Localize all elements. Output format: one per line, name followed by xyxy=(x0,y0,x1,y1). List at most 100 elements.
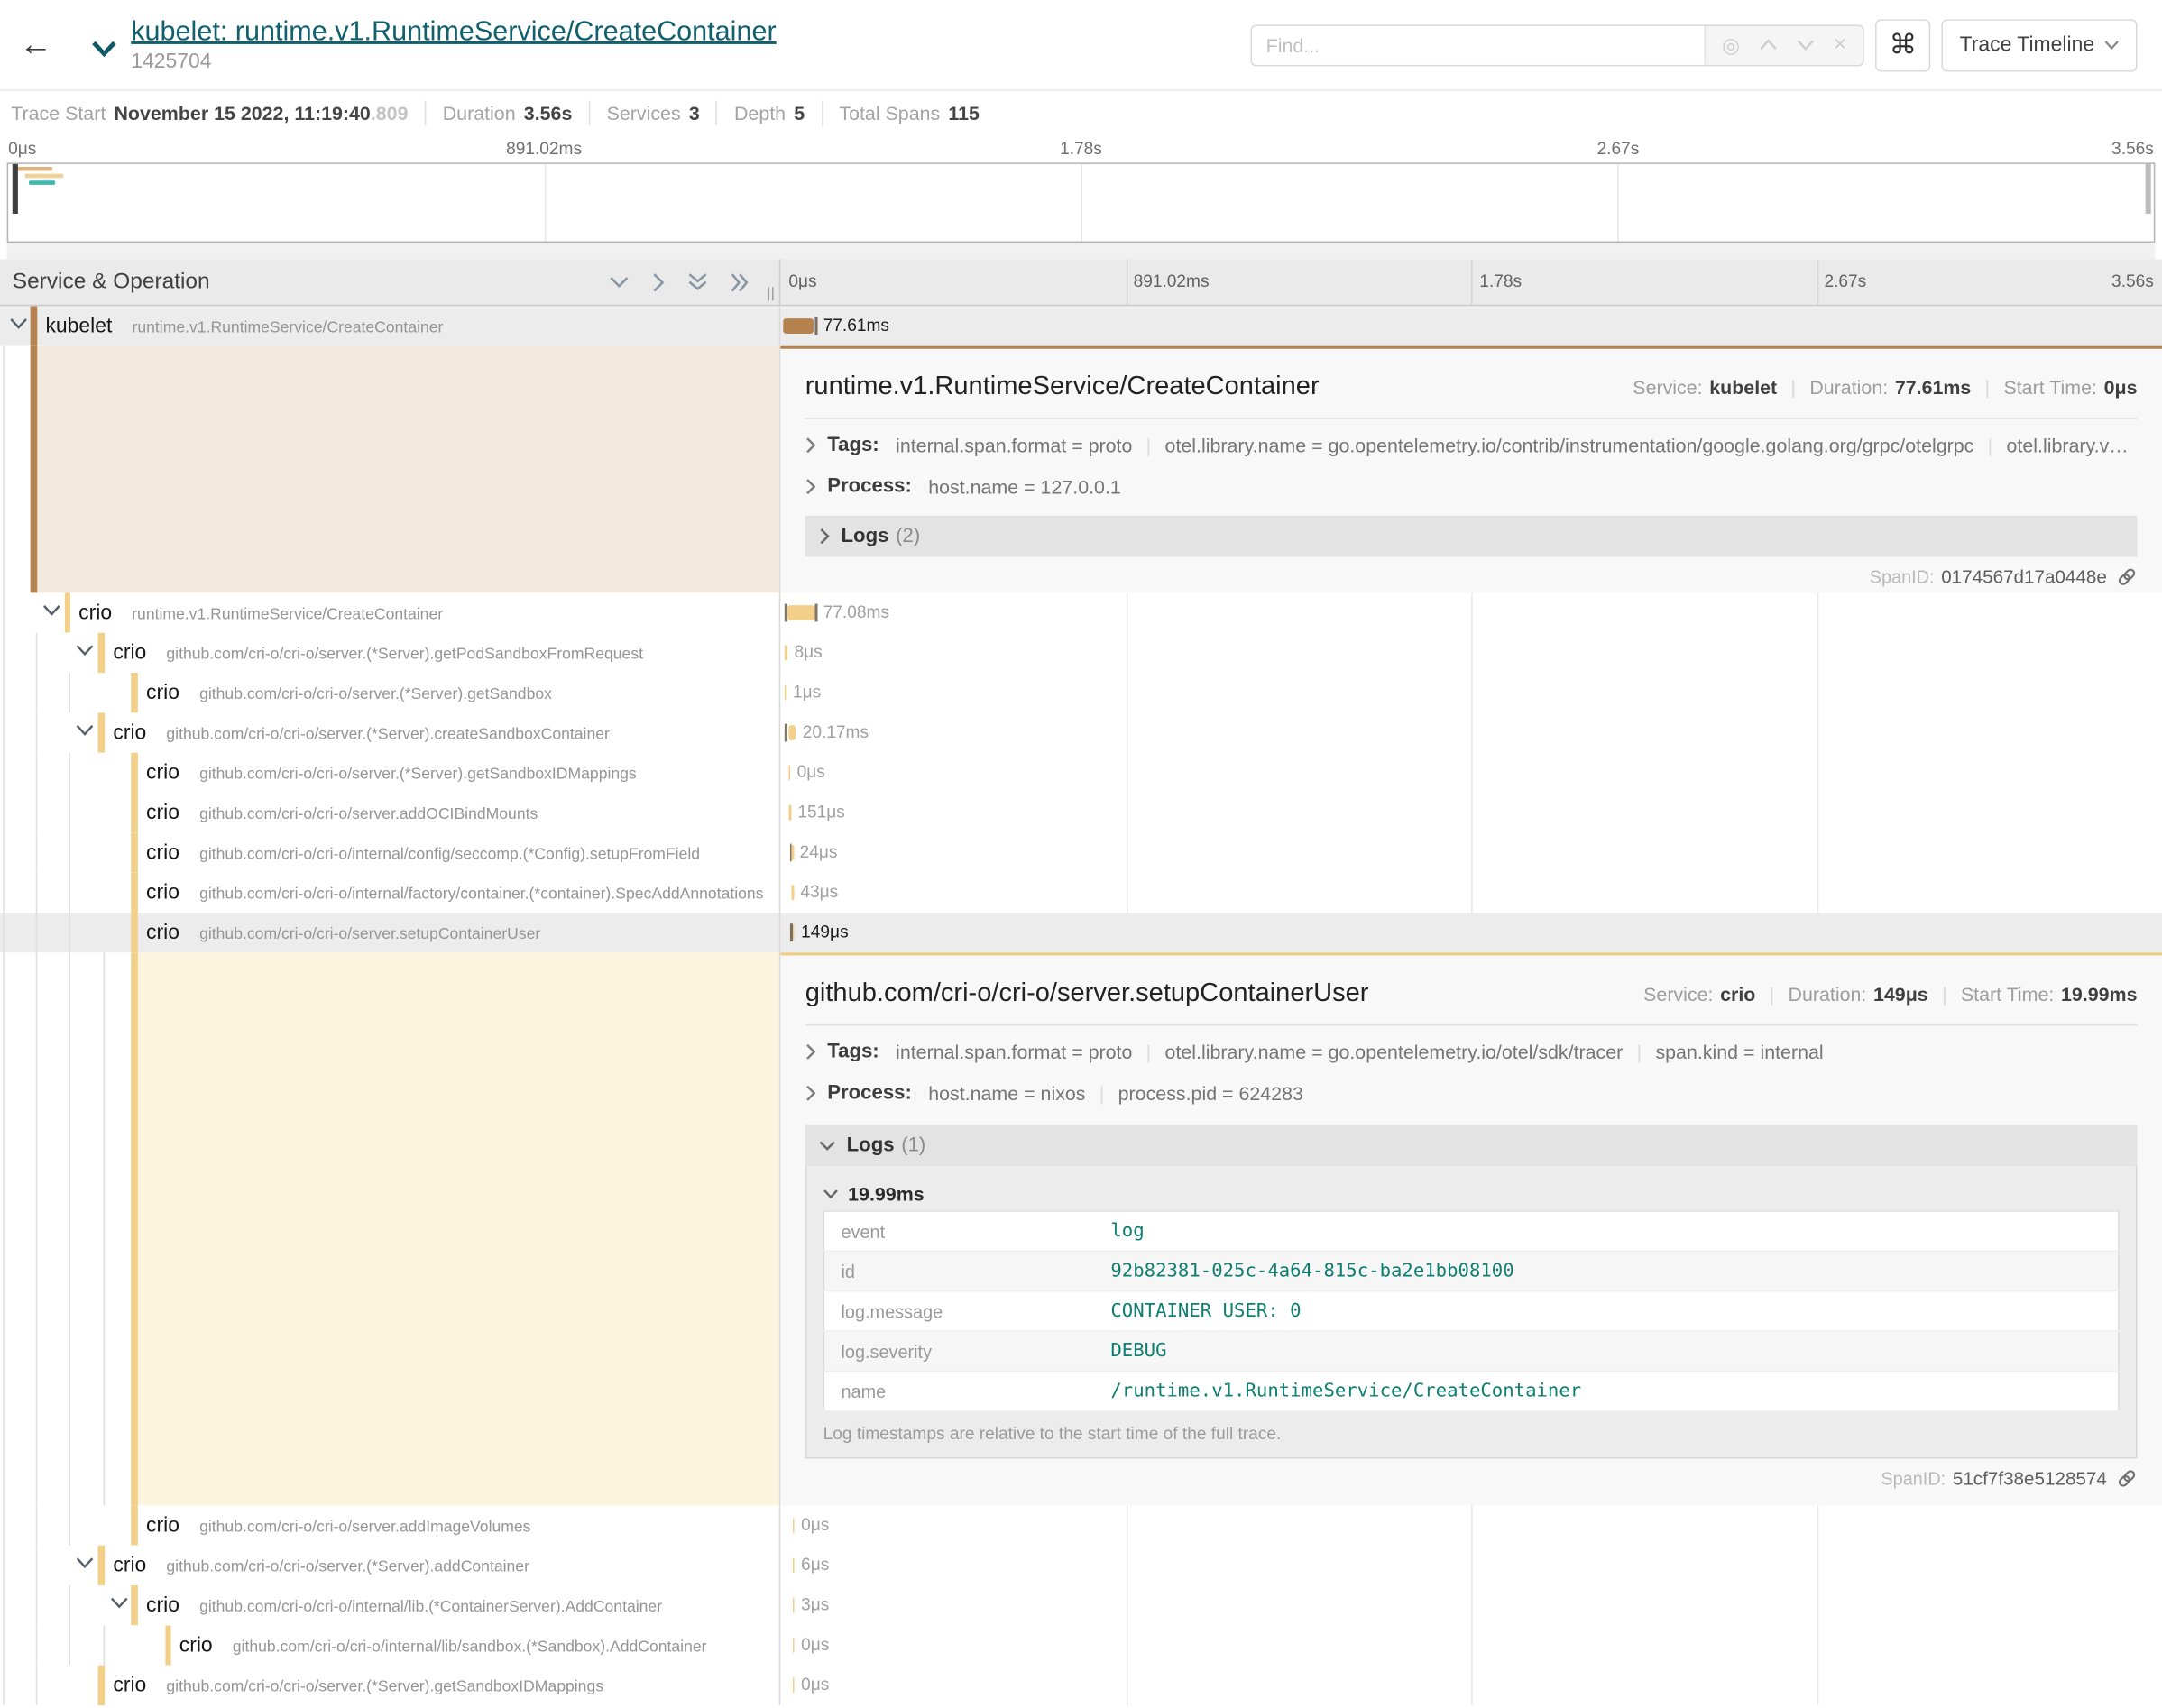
span-row-lib-addcontainer[interactable]: crio github.com/cri-o/cri-o/internal/lib… xyxy=(0,1585,2162,1625)
span-detail-indent xyxy=(0,346,780,593)
keyboard-shortcuts-button[interactable]: ⌘ xyxy=(1875,19,1930,71)
logs-body: 19.99ms eventlog id92b82381-025c-4a64-81… xyxy=(805,1166,2138,1458)
find-prev-icon[interactable] xyxy=(1759,39,1777,51)
trace-title-link[interactable]: kubelet: runtime.v1.RuntimeService/Creat… xyxy=(131,15,776,49)
back-button[interactable]: ← xyxy=(0,0,71,90)
span-detail-card: runtime.v1.RuntimeService/CreateContaine… xyxy=(780,346,2162,593)
span-bar[interactable] xyxy=(783,318,814,334)
span-bar[interactable] xyxy=(784,645,787,660)
span-bar[interactable] xyxy=(791,845,793,860)
find-box: ◎ × xyxy=(1251,24,1864,66)
span-duration: 0μs xyxy=(801,1505,829,1545)
trace-id: 1425704 xyxy=(131,49,776,75)
locate-icon[interactable]: ◎ xyxy=(1722,32,1740,58)
jaeger-trace-page: ← kubelet: runtime.v1.RuntimeService/Cre… xyxy=(0,0,2162,1708)
chevron-down-icon[interactable] xyxy=(76,644,94,657)
span-bar[interactable] xyxy=(788,725,796,740)
chevron-down-icon[interactable] xyxy=(110,1596,128,1609)
span-row-setupfromfield[interactable]: crio github.com/cri-o/cri-o/internal/con… xyxy=(0,832,2162,872)
span-service: crio xyxy=(113,1554,146,1577)
log-entry-toggle[interactable]: 19.99ms xyxy=(823,1178,2120,1211)
span-bar[interactable] xyxy=(793,1638,795,1653)
find-input[interactable] xyxy=(1252,25,1704,64)
minimap-right-scrubber[interactable] xyxy=(2146,164,2151,214)
span-bar[interactable] xyxy=(792,925,795,941)
log-marker xyxy=(814,317,816,335)
view-selector-button[interactable]: Trace Timeline xyxy=(1942,19,2138,71)
span-id-row: SpanID:51cf7f38e5128574 xyxy=(805,1461,2138,1494)
find-next-icon[interactable] xyxy=(1797,39,1815,51)
minimap-left-scrubber[interactable] xyxy=(13,164,18,214)
span-row-addcontainer[interactable]: crio github.com/cri-o/cri-o/server.(*Ser… xyxy=(0,1546,2162,1585)
span-bar[interactable] xyxy=(784,685,786,701)
link-icon[interactable] xyxy=(2117,566,2138,587)
trace-minimap: 0μs 891.02ms 1.78s 2.67s 3.56s xyxy=(0,135,2162,260)
tags-row[interactable]: Tags: internal.span.format = proto| otel… xyxy=(805,425,2138,466)
collapse-one-icon[interactable] xyxy=(610,276,629,289)
logs-accordion[interactable]: Logs(1) xyxy=(805,1125,2138,1166)
service-operation-header: Service & Operation xyxy=(0,259,780,304)
span-row-getsandboxidmappings-2[interactable]: crio github.com/cri-o/cri-o/server.(*Ser… xyxy=(0,1666,2162,1705)
span-id-row: SpanID:0174567d17a0448e xyxy=(805,560,2138,593)
span-service: kubelet xyxy=(45,315,112,338)
process-row[interactable]: Process: host.name = 127.0.0.1 xyxy=(805,466,2138,508)
command-icon: ⌘ xyxy=(1890,28,1918,62)
span-detail-title: runtime.v1.RuntimeService/CreateContaine… xyxy=(805,365,1633,409)
chevron-right-icon xyxy=(819,528,830,544)
span-row-createsandboxcontainer[interactable]: crio github.com/cri-o/cri-o/server.(*Ser… xyxy=(0,712,2162,752)
span-bar[interactable] xyxy=(793,1557,795,1573)
span-row-getsandbox[interactable]: crio github.com/cri-o/cri-o/server.(*Ser… xyxy=(0,673,2162,712)
span-service: crio xyxy=(146,1593,179,1617)
chevron-down-icon[interactable] xyxy=(10,317,28,330)
span-row-setupcontaineruser[interactable]: crio github.com/cri-o/cri-o/server.setup… xyxy=(0,913,2162,952)
chevron-down-icon[interactable] xyxy=(76,724,94,737)
span-duration: 77.61ms xyxy=(823,306,889,345)
minimap-ticks: 0μs 891.02ms 1.78s 2.67s 3.56s xyxy=(7,135,2156,163)
span-bar[interactable] xyxy=(793,1518,795,1533)
span-duration: 24μs xyxy=(800,832,838,872)
span-row-crio-createcontainer[interactable]: crio runtime.v1.RuntimeService/CreateCon… xyxy=(0,592,2162,632)
span-service: crio xyxy=(146,921,179,944)
span-row-getsandboxidmappings[interactable]: crio github.com/cri-o/cri-o/server.(*Ser… xyxy=(0,753,2162,793)
logs-accordion[interactable]: Logs(2) xyxy=(805,516,2138,557)
span-detail-indent xyxy=(0,952,780,1505)
chevron-down-icon[interactable] xyxy=(76,1556,94,1569)
minimap-span xyxy=(29,180,55,185)
span-bar[interactable] xyxy=(793,1598,795,1613)
chevron-right-icon xyxy=(805,478,816,494)
column-splitter[interactable] xyxy=(768,287,773,300)
span-detail-card: github.com/cri-o/cri-o/server.setupConta… xyxy=(780,952,2162,1505)
span-bar[interactable] xyxy=(788,765,790,780)
span-duration: 3μs xyxy=(801,1585,829,1625)
span-row-kubelet-createcontainer[interactable]: kubelet runtime.v1.RuntimeService/Create… xyxy=(0,306,2162,345)
process-row[interactable]: Process: host.name = nixos| process.pid … xyxy=(805,1072,2138,1114)
span-row-sandbox-addcontainer[interactable]: crio github.com/cri-o/cri-o/internal/lib… xyxy=(0,1625,2162,1665)
expand-all-icon[interactable] xyxy=(731,272,749,291)
span-duration: 0μs xyxy=(801,1625,829,1665)
span-bar[interactable] xyxy=(787,605,814,620)
span-operation: github.com/cri-o/cri-o/internal/lib/sand… xyxy=(233,1639,707,1656)
span-row-addimagevolumes[interactable]: crio github.com/cri-o/cri-o/server.addIm… xyxy=(0,1505,2162,1545)
expand-one-icon[interactable] xyxy=(652,272,665,291)
chevron-down-icon[interactable] xyxy=(42,604,60,617)
span-row-addocibindmounts[interactable]: crio github.com/cri-o/cri-o/server.addOC… xyxy=(0,793,2162,832)
find-clear-icon[interactable]: × xyxy=(1834,32,1846,58)
span-service: crio xyxy=(146,841,179,865)
top-header: ← kubelet: runtime.v1.RuntimeService/Cre… xyxy=(0,0,2162,91)
chevron-down-icon xyxy=(819,1140,835,1151)
span-bar[interactable] xyxy=(788,805,791,821)
minimap-canvas[interactable] xyxy=(7,162,2156,243)
span-duration: 151μs xyxy=(797,793,844,832)
link-icon[interactable] xyxy=(2117,1467,2138,1488)
span-operation: github.com/cri-o/cri-o/internal/factory/… xyxy=(199,886,763,903)
span-operation: github.com/cri-o/cri-o/server.addOCIBind… xyxy=(199,806,538,822)
chevron-right-icon xyxy=(805,1043,816,1060)
span-row-specaddannotations[interactable]: crio github.com/cri-o/cri-o/internal/fac… xyxy=(0,873,2162,913)
span-bar[interactable] xyxy=(793,1677,795,1693)
collapse-trace-chevron-icon[interactable] xyxy=(91,40,117,58)
span-row-getpodsandboxfromrequest[interactable]: crio github.com/cri-o/cri-o/server.(*Ser… xyxy=(0,633,2162,673)
tags-row[interactable]: Tags: internal.span.format = proto| otel… xyxy=(805,1031,2138,1072)
collapse-all-icon[interactable] xyxy=(688,273,707,291)
chevron-right-icon xyxy=(805,437,816,454)
span-bar[interactable] xyxy=(792,885,794,900)
